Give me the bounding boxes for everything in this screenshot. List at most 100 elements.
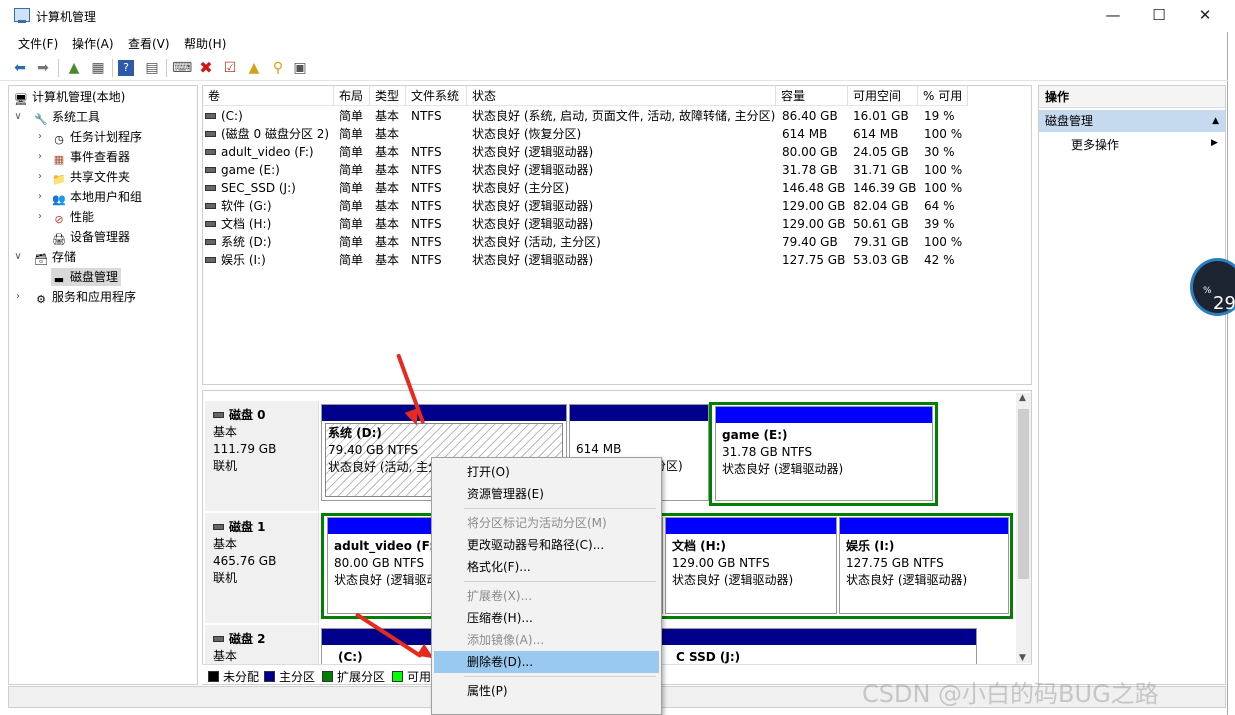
partition-e[interactable]: game (E:) 31.78 GB NTFS 状态良好 (逻辑驱动器) (715, 406, 933, 501)
volume-row[interactable]: 系统 (D:) 简单 基本 NTFS 状态良好 (活动, 主分区) 79.40 GB 79.… (203, 233, 1031, 251)
volume-cell-name: 娱乐 (I:) (205, 251, 266, 269)
tree-performance[interactable]: ⊘ 性能 (51, 208, 94, 226)
console-tree-icon[interactable]: ▦ (88, 58, 108, 78)
services-icon: ⚙ (36, 293, 46, 306)
volume-row[interactable]: (磁盘 0 磁盘分区 2) 简单 基本 状态良好 (恢复分区) 614 MB 614 MB… (203, 125, 1031, 143)
disk-0-size: 111.79 GB (213, 442, 277, 456)
volume-cell-name: 软件 (G:) (205, 197, 272, 215)
chevron-right-icon[interactable]: › (35, 188, 45, 206)
col-status[interactable]: 状态 (467, 86, 776, 106)
menu-help[interactable]: 帮助(H) (184, 35, 226, 52)
menu-delete-volume[interactable]: 删除卷(D)... (434, 651, 659, 673)
tree-system-tools[interactable]: 🔧 系统工具 (33, 108, 100, 126)
tree-root[interactable]: 🖥 计算机管理(本地) (13, 88, 125, 106)
col-type[interactable]: 类型 (370, 86, 406, 106)
menu-change-letter[interactable]: 更改驱动器号和路径(C)... (434, 534, 659, 556)
disk-0-label[interactable]: 磁盘 0 基本 111.79 GB 联机 (205, 401, 319, 511)
chevron-right-icon[interactable]: › (35, 128, 45, 146)
disk-1-type: 基本 (213, 537, 238, 551)
disk-scrollbar[interactable]: ▲ ▼ (1016, 393, 1031, 663)
maximize-button[interactable]: ☐ (1136, 0, 1182, 32)
partition-f-status: 状态良好 (逻辑驱动 (334, 573, 439, 587)
partition-i-name: 娱乐 (I:) (846, 539, 895, 553)
connect-icon[interactable]: ⌨ (172, 58, 192, 78)
legend-primary: 主分区 (264, 668, 315, 685)
volume-cell-cap: 31.78 GB (782, 163, 838, 177)
actions-section-disk-management[interactable]: 磁盘管理 ▲ (1039, 110, 1225, 132)
menu-open[interactable]: 打开(O) (434, 461, 659, 483)
tree-device-manager[interactable]: 🖨 设备管理器 (51, 228, 130, 246)
chevron-right-icon[interactable]: › (35, 148, 45, 166)
actions-header: 操作 (1039, 86, 1225, 108)
menu-action[interactable]: 操作(A) (72, 35, 114, 52)
menu-shrink[interactable]: 压缩卷(H)... (434, 607, 659, 629)
chevron-right-icon[interactable]: › (13, 288, 23, 306)
menu-extend[interactable]: 扩展卷(X)... (434, 585, 659, 607)
chevron-right-icon[interactable]: › (35, 208, 45, 226)
volume-cell-layout: 简单 (339, 145, 364, 159)
col-percent[interactable]: % 可用 (918, 86, 968, 106)
volume-row[interactable]: 软件 (G:) 简单 基本 NTFS 状态良好 (逻辑驱动器) 129.00 GB 82.0… (203, 197, 1031, 215)
action-pane-icon[interactable]: ▤ (142, 58, 162, 78)
tree-local-users[interactable]: 👥 本地用户和组 (51, 188, 142, 206)
tree-storage[interactable]: 🗃 存储 (33, 248, 76, 266)
volume-row[interactable]: 娱乐 (I:) 简单 基本 NTFS 状态良好 (逻辑驱动器) 127.75 GB 53.0… (203, 251, 1031, 269)
menu-view[interactable]: 查看(V) (128, 35, 170, 52)
scrollbar-thumb[interactable] (1018, 409, 1029, 579)
col-layout[interactable]: 布局 (334, 86, 370, 106)
tree-task-scheduler[interactable]: ◷ 任务计划程序 (51, 128, 142, 146)
volume-cell-status: 状态良好 (恢复分区) (472, 127, 582, 141)
clock-icon: ◷ (54, 133, 64, 146)
volume-cell-layout: 简单 (339, 253, 364, 267)
forward-icon[interactable]: ➡ (33, 58, 53, 78)
close-button[interactable]: ✕ (1182, 0, 1228, 32)
tree-disk-management[interactable]: ▬ 磁盘管理 (51, 268, 122, 286)
chevron-right-icon[interactable]: › (35, 168, 45, 186)
col-capacity[interactable]: 容量 (776, 86, 848, 106)
partition-j-name: C SSD (J:) (676, 650, 741, 664)
chevron-down-icon[interactable]: ∨ (13, 248, 23, 266)
partition-h[interactable]: 文档 (H:) 129.00 GB NTFS 状态良好 (逻辑驱动器) (665, 517, 837, 614)
menu-format[interactable]: 格式化(F)... (434, 556, 659, 578)
help-icon[interactable]: ? (118, 60, 134, 76)
chevron-down-icon[interactable]: ∨ (13, 108, 23, 126)
menu-mark-active[interactable]: 将分区标记为活动分区(M) (434, 512, 659, 534)
minimize-button[interactable]: — (1090, 0, 1136, 32)
menu-file[interactable]: 文件(F) (18, 35, 58, 52)
disk-1-name: 磁盘 1 (213, 519, 318, 536)
logical-bar (666, 518, 836, 534)
volume-icon (205, 131, 216, 137)
volume-cell-type: 基本 (375, 127, 400, 141)
menu-properties[interactable]: 属性(P) (434, 680, 659, 702)
col-volume[interactable]: 卷 (203, 86, 334, 106)
menu-add-mirror[interactable]: 添加镜像(A)... (434, 629, 659, 651)
partition-i[interactable]: 娱乐 (I:) 127.75 GB NTFS 状态良好 (逻辑驱动器) (839, 517, 1009, 614)
col-filesystem[interactable]: 文件系统 (406, 86, 467, 106)
volume-cell-free: 614 MB (853, 127, 899, 141)
more-actions[interactable]: 更多操作 (1071, 136, 1119, 154)
search-folder-icon[interactable]: ⚲ (268, 58, 288, 78)
col-free[interactable]: 可用空间 (848, 86, 918, 106)
volume-row[interactable]: 文档 (H:) 简单 基本 NTFS 状态良好 (逻辑驱动器) 129.00 GB 50.6… (203, 215, 1031, 233)
volume-cell-status: 状态良好 (逻辑驱动器) (472, 199, 594, 213)
back-icon[interactable]: ⬅ (10, 58, 30, 78)
volume-icon (205, 113, 216, 119)
legend-free: 可用 (392, 668, 431, 685)
toolbar: ⬅ ➡ ▲ ▦ ? ▤ ⌨ ✖ ☑ ▲ ⚲ ▣ (0, 55, 1228, 81)
volume-row[interactable]: SEC_SSD (J:) 简单 基本 NTFS 状态良好 (主分区) 146.48 GB 1… (203, 179, 1031, 197)
tree-event-viewer[interactable]: ▦ 事件查看器 (51, 148, 130, 166)
volume-row[interactable]: game (E:) 简单 基本 NTFS 状态良好 (逻辑驱动器) 31.78 GB 31.… (203, 161, 1031, 179)
volume-cell-status: 状态良好 (逻辑驱动器) (472, 253, 594, 267)
folder-up-icon[interactable]: ▲ (244, 58, 264, 78)
properties-icon[interactable]: ▣ (290, 58, 310, 78)
tree-services[interactable]: ⚙ 服务和应用程序 (33, 288, 136, 306)
volume-row[interactable]: adult_video (F:) 简单 基本 NTFS 状态良好 (逻辑驱动器) 80.0… (203, 143, 1031, 161)
collapse-icon[interactable]: ▲ (1212, 110, 1219, 132)
delete-icon[interactable]: ✖ (196, 58, 216, 78)
tree-shared-folders[interactable]: 📁 共享文件夹 (51, 168, 130, 186)
up-folder-icon[interactable]: ▲ (64, 58, 84, 78)
check-icon[interactable]: ☑ (220, 58, 240, 78)
disk-1-label[interactable]: 磁盘 1 基本 465.76 GB 联机 (205, 513, 319, 623)
menu-explorer[interactable]: 资源管理器(E) (434, 483, 659, 505)
volume-row[interactable]: (C:) 简单 基本 NTFS 状态良好 (系统, 启动, 页面文件, 活动, 故障转储… (203, 107, 1031, 125)
